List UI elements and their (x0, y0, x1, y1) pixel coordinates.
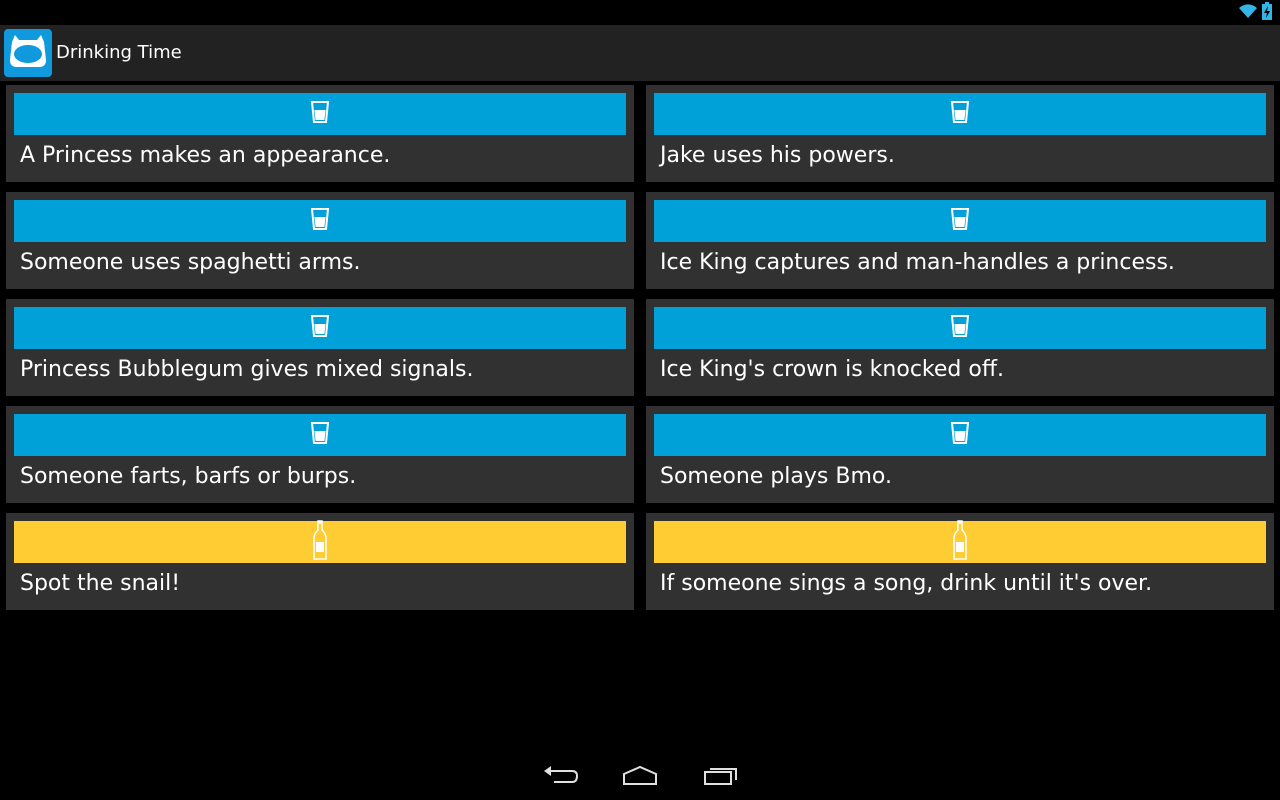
back-button[interactable] (536, 760, 584, 796)
drinking-rule-card[interactable]: Princess Bubblegum gives mixed signals. (6, 299, 634, 396)
drinking-rule-card[interactable]: Jake uses his powers. (646, 85, 1274, 182)
shot-bar (14, 307, 626, 349)
shot-bar (654, 200, 1266, 242)
action-bar: Drinking Time (0, 25, 1280, 81)
finn-hat-icon (8, 34, 48, 72)
rule-text: Spot the snail! (20, 571, 181, 596)
beer-bottle-icon (313, 520, 327, 564)
battery-charging-icon (1262, 2, 1272, 24)
drinking-rule-card[interactable]: Spot the snail! (6, 513, 634, 610)
home-button[interactable] (616, 760, 664, 796)
nav-bar (0, 752, 1280, 800)
shot-glass-icon (950, 314, 970, 342)
drinking-rule-card[interactable]: Ice King captures and man-handles a prin… (646, 192, 1274, 289)
card-grid: A Princess makes an appearance. Jake uses… (6, 85, 1274, 610)
back-icon (540, 764, 580, 792)
beer-bar (14, 520, 626, 564)
shot-bar (654, 93, 1266, 135)
rule-text: Someone plays Bmo. (660, 464, 892, 489)
recent-apps-button[interactable] (697, 760, 745, 796)
shot-glass-icon (950, 207, 970, 235)
shot-bar (14, 93, 626, 135)
drinking-rule-card[interactable]: A Princess makes an appearance. (6, 85, 634, 182)
rule-text: Someone farts, barfs or burps. (20, 464, 357, 489)
rule-text: Ice King's crown is knocked off. (660, 357, 1004, 382)
shot-glass-icon (310, 314, 330, 342)
rule-text: Ice King captures and man-handles a prin… (660, 250, 1175, 275)
shot-glass-icon (310, 421, 330, 449)
shot-glass-icon (310, 207, 330, 235)
beer-bottle-icon (953, 520, 967, 564)
app-title: Drinking Time (56, 42, 182, 63)
beer-bar (654, 520, 1266, 564)
recent-apps-icon (701, 764, 741, 792)
app-icon[interactable] (4, 29, 52, 77)
drinking-rule-card[interactable]: Someone plays Bmo. (646, 406, 1274, 503)
rule-text: If someone sings a song, drink until it'… (660, 571, 1153, 596)
shot-glass-icon (950, 100, 970, 128)
rule-text: A Princess makes an appearance. (20, 143, 391, 168)
drinking-rule-card[interactable]: Someone uses spaghetti arms. (6, 192, 634, 289)
drinking-rule-card[interactable]: Someone farts, barfs or burps. (6, 406, 634, 503)
shot-bar (14, 414, 626, 456)
wifi-icon (1238, 3, 1258, 23)
shot-bar (654, 307, 1266, 349)
drinking-rule-card[interactable]: Ice King's crown is knocked off. (646, 299, 1274, 396)
rule-text: Princess Bubblegum gives mixed signals. (20, 357, 474, 382)
home-icon (620, 764, 660, 792)
shot-bar (14, 200, 626, 242)
drinking-rule-card[interactable]: If someone sings a song, drink until it'… (646, 513, 1274, 610)
rule-text: Jake uses his powers. (660, 143, 895, 168)
shot-glass-icon (310, 100, 330, 128)
shot-glass-icon (950, 421, 970, 449)
shot-bar (654, 414, 1266, 456)
status-bar (0, 0, 1280, 25)
status-icons (1238, 2, 1272, 24)
rule-text: Someone uses spaghetti arms. (20, 250, 361, 275)
